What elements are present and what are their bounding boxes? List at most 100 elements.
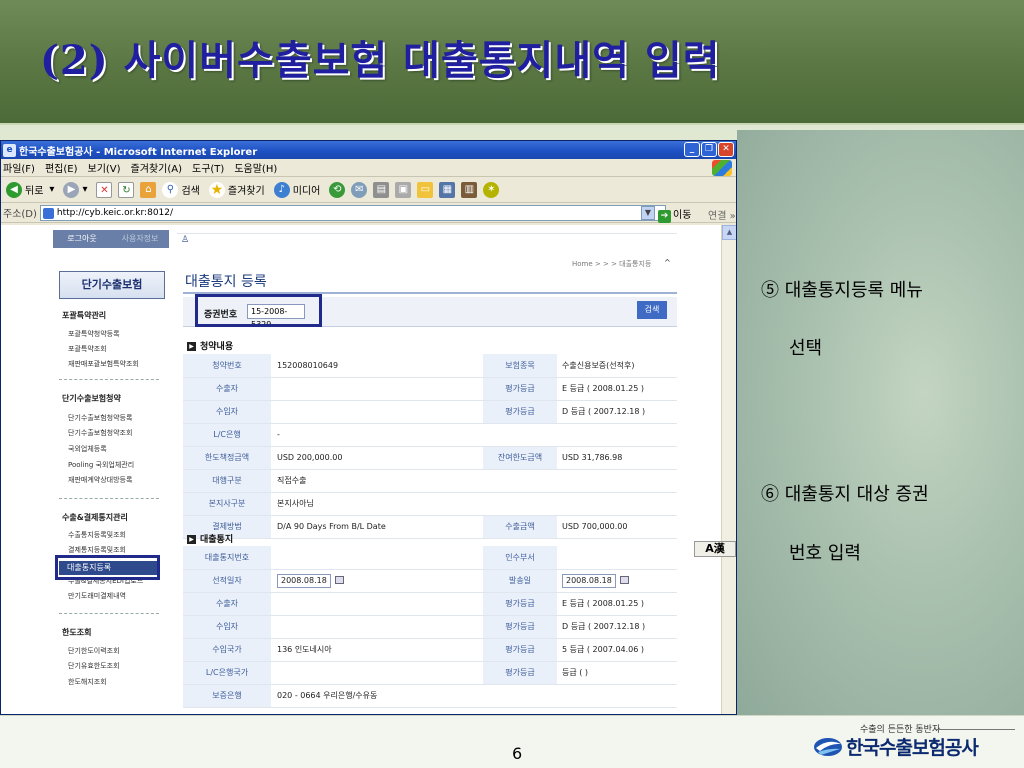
research-icon[interactable]: ▥	[461, 181, 478, 198]
back-arrow-icon[interactable]: ◀	[6, 181, 22, 198]
table-row: 수입국가 136 인도네시아 평가등급 5 등급 ( 2007.04.06 )	[183, 638, 677, 662]
scroll-up-icon[interactable]: ^	[664, 258, 671, 267]
sidebar-item[interactable]: Pooling 국외업체관리	[68, 460, 134, 470]
page-number: 6	[512, 744, 523, 763]
notes-panel: ⑤ 대출통지등록 메뉴 선택 ⑥ 대출통지 대상 증권 번호 입력	[737, 130, 1024, 715]
refresh-icon[interactable]: ↻	[118, 181, 135, 198]
messenger-icon[interactable]: ✶	[483, 181, 500, 198]
sidebar-item[interactable]: 한도해지조회	[68, 677, 107, 687]
menu-tools[interactable]: 도구(T)	[192, 160, 224, 175]
sidebar-item[interactable]: 만기도래미결제내역	[68, 591, 126, 601]
user-info-button[interactable]: 사용자정보	[111, 230, 169, 248]
home-icon[interactable]: ♙	[181, 235, 189, 245]
edit-icon[interactable]: ▣	[395, 181, 412, 198]
back-button-label[interactable]: 뒤로	[25, 182, 43, 197]
menu-favorites[interactable]: 즐겨찾기(A)	[131, 160, 182, 175]
sidebar-item[interactable]: 단기한도이력조회	[68, 646, 120, 656]
sidebar-item[interactable]: 단기유효한도조회	[68, 661, 120, 671]
sidebar-item[interactable]: 포괄특약청약등록	[68, 329, 120, 339]
keic-logo-icon	[814, 738, 842, 756]
sidebar-item[interactable]: 단기수출보험청약조회	[68, 428, 132, 438]
discuss-icon[interactable]: ▦	[439, 181, 456, 198]
scroll-up-arrow-icon[interactable]: ▲	[722, 225, 736, 240]
sidebar-divider	[59, 613, 159, 614]
table-row: 보증은행 020 - 0664 우리은행/수유동	[183, 684, 677, 708]
section-bullet-icon: ▶	[187, 535, 196, 544]
note-6-line2: 번호 입력	[789, 543, 861, 564]
go-button[interactable]: ➔ 이동	[658, 206, 691, 223]
send-date-input[interactable]: 2008.08.18	[562, 573, 616, 588]
sidebar-item[interactable]: 포괄특약조회	[68, 344, 107, 354]
table-row: 결제방법 D/A 90 Days From B/L Date 수출금액 USD 700…	[183, 515, 677, 539]
table-row: L/C은행국가 평가등급 등급 ( )	[183, 661, 677, 685]
search-button[interactable]: 검색	[637, 301, 667, 319]
minimize-button[interactable]: _	[684, 142, 700, 157]
address-input[interactable]: http://cyb.keic.or.kr:8012/	[39, 204, 666, 221]
search-icon[interactable]: ⚲	[162, 181, 179, 198]
loan-notice-table: 대출통지번호 인수부서 선적일자 2008.08.18 발송일 2008.08.18 수…	[183, 546, 677, 708]
table-row: 대행구분 직접수출	[183, 469, 677, 493]
mail-icon[interactable]: ✉	[351, 181, 368, 198]
product-title[interactable]: 단기수출보험	[59, 271, 165, 299]
note-6-line1: ⑥ 대출통지 대상 증권	[761, 484, 929, 505]
folder-icon[interactable]: ▭	[417, 181, 434, 198]
sidebar-section-title: 수출&결제통지관리	[62, 513, 128, 522]
table-row: 한도책정금액 USD 200,000.00 잔여한도금액 USD 31,786.98	[183, 446, 677, 470]
web-page: 로그아웃 사용자정보 단기수출보험 포괄특약관리 포괄특약청약등록 포괄특약조회…	[1, 225, 736, 714]
table-row: L/C은행 -	[183, 423, 677, 447]
history-icon[interactable]: ⟲	[329, 181, 346, 198]
table-row: 대출통지번호 인수부서	[183, 546, 677, 570]
menu-help[interactable]: 도움말(H)	[234, 160, 277, 175]
stop-icon[interactable]: ✕	[96, 181, 113, 198]
title-banner: (2) 사이버수출보험 대출통지내역 입력	[0, 0, 1024, 125]
links-button[interactable]: 연결 »	[708, 207, 736, 222]
table-row: 청약번호 152008010649 보험종목 수출신용보증(선적후)	[183, 354, 677, 378]
ie-titlebar[interactable]: e 한국수출보험공사 - Microsoft Internet Explorer…	[1, 141, 736, 159]
web-topbar: 로그아웃 사용자정보	[53, 230, 169, 248]
forward-dropdown-icon[interactable]: ▾	[82, 184, 87, 195]
brand-name: 한국수출보험공사	[846, 737, 979, 759]
page-title: 대출통지 등록	[185, 274, 267, 290]
go-arrow-icon: ➔	[658, 210, 671, 223]
windows-logo-icon	[712, 160, 732, 176]
menu-edit[interactable]: 편집(E)	[45, 160, 78, 175]
back-dropdown-icon[interactable]: ▾	[49, 184, 54, 195]
shipment-date-input[interactable]: 2008.08.18	[277, 573, 331, 588]
table-row: 수입자 평가등급 D 등급 ( 2007.12.18 )	[183, 400, 677, 424]
address-url: http://cyb.keic.or.kr:8012/	[56, 207, 174, 218]
menu-file[interactable]: 파일(F)	[3, 160, 35, 175]
maximize-button[interactable]: ❐	[701, 142, 717, 157]
sidebar-item[interactable]: 수출통지등록및조회	[68, 530, 126, 540]
home-icon[interactable]: ⌂	[140, 181, 157, 198]
table-row: 본지사구분 본지사아님	[183, 492, 677, 516]
menu-view[interactable]: 보기(V)	[88, 160, 121, 175]
ie-toolbar: ◀ 뒤로 ▾ ▶ ▾ ✕ ↻ ⌂ ⚲ 검색 ★ 즐겨찾기 ♪ 미디어 ⟲ ✉ ▤…	[1, 177, 736, 203]
address-dropdown-icon[interactable]: ▼	[641, 206, 655, 220]
ie-window: e 한국수출보험공사 - Microsoft Internet Explorer…	[0, 140, 737, 715]
sidebar-section-title: 한도조회	[62, 628, 92, 637]
highlight-box-menu	[55, 555, 160, 580]
go-label: 이동	[673, 210, 692, 221]
sidebar-item[interactable]: 국외업체등록	[68, 444, 107, 454]
note-5-line2: 선택	[789, 338, 823, 359]
sidebar-item[interactable]: 결제통지등록및조회	[68, 545, 126, 555]
print-icon[interactable]: ▤	[373, 181, 390, 198]
sidebar-item[interactable]: 재판매포괄보험특약조회	[68, 359, 139, 369]
forward-arrow-icon[interactable]: ▶	[63, 181, 80, 198]
favorites-star-icon[interactable]: ★	[208, 181, 225, 198]
close-button[interactable]: ✕	[718, 142, 734, 157]
loan-section-title: ▶ 대출통지	[187, 532, 233, 545]
media-icon[interactable]: ♪	[273, 181, 290, 198]
calendar-icon[interactable]	[619, 576, 629, 584]
ie-app-icon: e	[3, 143, 16, 157]
sidebar-item[interactable]: 재판매계약상대방등록	[68, 475, 132, 485]
favorites-button-label[interactable]: 즐겨찾기	[228, 182, 265, 197]
search-button-label[interactable]: 검색	[181, 182, 199, 197]
logout-button[interactable]: 로그아웃	[53, 230, 111, 248]
ime-indicator[interactable]: A漢	[694, 541, 736, 557]
media-button-label[interactable]: 미디어	[293, 182, 321, 197]
vertical-scrollbar[interactable]: ▲	[721, 225, 736, 714]
calendar-icon[interactable]	[334, 576, 344, 584]
sidebar-item[interactable]: 단기수출보험청약등록	[68, 413, 132, 423]
note-5-line1: ⑤ 대출통지등록 메뉴	[761, 280, 923, 301]
